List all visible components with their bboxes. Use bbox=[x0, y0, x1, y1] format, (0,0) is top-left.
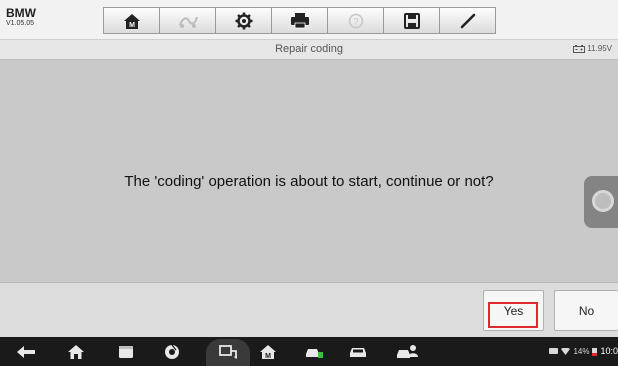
version-label: V1.05.05 bbox=[6, 20, 35, 27]
dialog-message: The 'coding' operation is about to start… bbox=[124, 173, 494, 190]
car-battery-icon bbox=[573, 44, 586, 53]
browser-icon bbox=[165, 344, 179, 359]
wifi-icon bbox=[561, 347, 571, 355]
assistive-ring-icon bbox=[592, 190, 614, 212]
red-highlight-box bbox=[488, 302, 538, 328]
car-service-button[interactable] bbox=[302, 342, 326, 362]
printer-icon bbox=[290, 13, 309, 29]
status-area: 14% 10:0 bbox=[549, 346, 618, 356]
recents-icon bbox=[119, 346, 133, 358]
title-bar: Repair coding 11.95V bbox=[0, 40, 618, 60]
floating-assistive-button[interactable] bbox=[584, 176, 618, 228]
home-button[interactable]: M bbox=[103, 7, 159, 34]
save-button[interactable] bbox=[383, 7, 439, 34]
browser-button[interactable] bbox=[160, 342, 184, 362]
vehicle-swap-icon bbox=[178, 16, 198, 28]
help-icon: ? bbox=[348, 13, 363, 28]
autel-home-button[interactable]: M bbox=[256, 342, 280, 362]
brand-name: BMW bbox=[6, 6, 36, 20]
toolbar-buttons: M ? bbox=[103, 7, 496, 34]
battery-percent: 14% bbox=[573, 346, 590, 356]
vehicle-swap-button[interactable] bbox=[159, 7, 215, 34]
pen-icon bbox=[460, 13, 475, 28]
page-title: Repair coding bbox=[275, 43, 343, 55]
battery-icon bbox=[592, 347, 598, 356]
no-button[interactable]: No bbox=[554, 290, 618, 331]
back-button[interactable] bbox=[14, 342, 38, 362]
app-window: BMW V1.05.05 M ? Repair coding 11.95V Th… bbox=[0, 0, 618, 366]
svg-text:?: ? bbox=[353, 16, 358, 26]
car-icon bbox=[350, 348, 366, 357]
settings-button[interactable] bbox=[215, 7, 271, 34]
autel-home-icon: M bbox=[260, 345, 276, 360]
dialog-content: The 'coding' operation is about to start… bbox=[0, 60, 618, 282]
home-icon bbox=[68, 345, 84, 359]
system-nav-bar: M 14% 10:0 bbox=[0, 337, 618, 366]
save-icon bbox=[403, 12, 420, 29]
dialog-footer: Yes No bbox=[0, 282, 618, 337]
back-icon bbox=[17, 346, 35, 358]
home-nav-button[interactable] bbox=[64, 342, 88, 362]
help-button[interactable]: ? bbox=[327, 7, 383, 34]
svg-text:M: M bbox=[129, 22, 135, 29]
vci-connect-icon bbox=[219, 345, 237, 359]
top-toolbar: BMW V1.05.05 M ? bbox=[0, 0, 618, 40]
print-button[interactable] bbox=[271, 7, 327, 34]
recents-button[interactable] bbox=[114, 342, 138, 362]
svg-text:M: M bbox=[265, 353, 271, 360]
message-icon bbox=[549, 347, 559, 354]
edit-button[interactable] bbox=[439, 7, 496, 34]
battery-voltage: 11.95V bbox=[573, 44, 612, 53]
car-user-button[interactable] bbox=[394, 342, 420, 362]
brand-block: BMW V1.05.05 bbox=[6, 7, 36, 29]
car-service-icon bbox=[306, 349, 323, 358]
yes-button[interactable]: Yes bbox=[483, 290, 544, 331]
no-button-label: No bbox=[578, 303, 595, 318]
home-icon: M bbox=[123, 13, 140, 29]
battery-voltage-value: 11.95V bbox=[587, 44, 612, 53]
car-user-icon bbox=[397, 345, 418, 358]
vci-connect-button[interactable] bbox=[216, 342, 240, 362]
clock: 10:0 bbox=[600, 346, 618, 356]
gear-icon bbox=[235, 12, 252, 29]
car-button[interactable] bbox=[346, 342, 370, 362]
